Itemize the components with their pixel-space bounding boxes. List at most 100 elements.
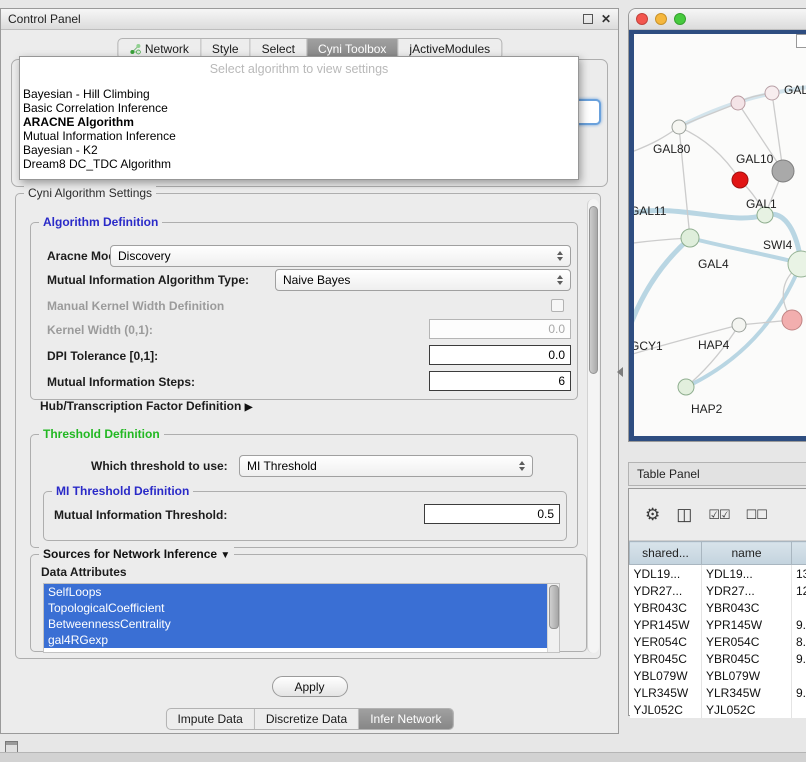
cell[interactable]: YJL052C (702, 701, 792, 718)
cell[interactable]: YDR27... (702, 582, 792, 599)
tab-infer-network[interactable]: Infer Network (359, 709, 452, 729)
cell[interactable]: YBL079W (630, 667, 702, 684)
close-icon[interactable]: ✕ (601, 13, 611, 25)
cell[interactable]: YBR043C (630, 599, 702, 616)
cell[interactable]: YBR045C (702, 650, 792, 667)
tab-discretize-data[interactable]: Discretize Data (255, 709, 359, 729)
deselect-all-columns-icon[interactable]: ☐☐ (746, 508, 767, 521)
node-label: HAP4 (698, 338, 730, 352)
attribute-item-selected[interactable]: SelfLoops (44, 584, 547, 600)
column-header-shared-name[interactable]: shared... (630, 542, 702, 565)
apply-button[interactable]: Apply (272, 676, 348, 697)
cell[interactable]: YJL052C (630, 701, 702, 718)
mi-type-label: Mutual Information Algorithm Type: (47, 273, 249, 287)
settings-scrollbar[interactable] (587, 199, 599, 653)
network-node[interactable] (732, 318, 746, 332)
cell[interactable]: 9. (792, 650, 806, 667)
zoom-traffic-light[interactable] (674, 13, 686, 25)
cell[interactable]: YBL079W (702, 667, 792, 684)
cell[interactable]: YER054C (630, 633, 702, 650)
algorithm-option[interactable]: Basic Correlation Inference (20, 101, 578, 115)
sources-label: Sources for Network Inference (43, 547, 217, 561)
column-header-name[interactable]: name (702, 542, 792, 565)
window-title: Control Panel (8, 12, 81, 26)
algorithm-option[interactable]: Bayesian - K2 (20, 143, 578, 157)
tab-label: Impute Data (177, 712, 242, 726)
network-node[interactable] (765, 86, 779, 100)
network-canvas[interactable]: GAL GAL80 GAL10 GAL11 GAL1 SWI4 GAL4 GCY… (634, 34, 806, 436)
cell[interactable]: 12 (792, 582, 806, 599)
node-label: GAL4 (698, 257, 729, 271)
tab-label: Cyni Toolbox (318, 42, 386, 56)
close-traffic-light[interactable] (636, 13, 648, 25)
network-node[interactable] (681, 229, 699, 247)
attributes-scrollbar-thumb[interactable] (549, 585, 559, 629)
mi-steps-field[interactable] (429, 371, 571, 391)
collapsed-arrow-icon[interactable]: ▶ (245, 402, 253, 413)
attributes-scrollbar[interactable] (547, 584, 559, 652)
table-columns-icon[interactable]: ◫ (676, 506, 692, 523)
dpi-tolerance-field[interactable] (429, 345, 571, 365)
settings-scrollbar-thumb[interactable] (589, 206, 598, 374)
desktop: { "control_panel": { "title": "Control P… (0, 0, 806, 762)
attribute-item-selected[interactable]: gal4RGexp (44, 632, 547, 648)
algorithm-option[interactable]: Bayesian - Hill Climbing (20, 87, 578, 101)
hub-section-toggle[interactable]: Hub/Transcription Factor Definition ▶ (40, 399, 252, 413)
cell[interactable]: YER054C (702, 633, 792, 650)
aracne-mode-select[interactable]: Discovery (110, 245, 571, 267)
tab-label: Select (262, 42, 295, 56)
select-all-columns-icon[interactable]: ☑☑ (708, 508, 729, 521)
table-settings-gear-icon[interactable]: ⚙ (645, 506, 660, 523)
network-node-gray[interactable] (772, 160, 794, 182)
cell[interactable] (792, 667, 806, 684)
attribute-item-selected[interactable]: BetweennessCentrality (44, 616, 547, 632)
network-node[interactable] (672, 120, 686, 134)
cell[interactable]: YBR043C (702, 599, 792, 616)
network-window-titlebar[interactable] (629, 9, 806, 30)
which-threshold-select[interactable]: MI Threshold (239, 455, 533, 477)
table-panel-titlebar[interactable]: Table Panel (628, 462, 806, 486)
algorithm-dropdown-popup: Select algorithm to view settings Bayesi… (19, 56, 579, 180)
stepper-icon (551, 251, 563, 261)
network-tool-box[interactable] (796, 34, 806, 48)
table-row: YBL079WYBL079W (630, 667, 806, 684)
cell[interactable]: YDL19... (630, 565, 702, 583)
tab-label: Style (212, 42, 239, 56)
cell[interactable]: YLR345W (630, 684, 702, 701)
algorithm-option-selected[interactable]: ARACNE Algorithm (20, 115, 578, 129)
cell[interactable]: YDR27... (630, 582, 702, 599)
splitpane-collapse-handle[interactable] (617, 367, 623, 377)
attribute-item-selected[interactable]: TopologicalCoefficient (44, 600, 547, 616)
cell[interactable]: 9. (792, 684, 806, 701)
node-label: GCY1 (634, 339, 663, 353)
cell[interactable] (792, 701, 806, 718)
node-label: HAP2 (691, 402, 723, 416)
cell[interactable]: 13 (792, 565, 806, 583)
network-node[interactable] (731, 96, 745, 110)
network-node[interactable] (678, 379, 694, 395)
table-header-row: shared... name (630, 542, 806, 565)
cell[interactable]: 9. (792, 616, 806, 633)
node-attribute-table: shared... name YDL19...YDL19...13 YDR27.… (629, 541, 806, 718)
sources-group: Sources for Network Inference ▼ Data Att… (30, 554, 587, 652)
expanded-arrow-icon[interactable]: ▼ (220, 550, 230, 561)
mi-threshold-field[interactable] (424, 504, 560, 524)
control-panel-titlebar[interactable]: Control Panel ✕ (1, 9, 618, 30)
minimize-traffic-light[interactable] (655, 13, 667, 25)
cell[interactable] (792, 599, 806, 616)
float-window-icon[interactable] (583, 14, 593, 24)
cell[interactable]: YPR145W (702, 616, 792, 633)
mi-type-select[interactable]: Naive Bayes (275, 269, 571, 291)
cell[interactable]: YBR045C (630, 650, 702, 667)
network-node-pink[interactable] (782, 310, 802, 330)
cell[interactable]: YDL19... (702, 565, 792, 583)
tab-impute-data[interactable]: Impute Data (166, 709, 254, 729)
cell[interactable]: 8. (792, 633, 806, 650)
cell[interactable]: YPR145W (630, 616, 702, 633)
sources-toggle[interactable]: Sources for Network Inference ▼ (39, 547, 234, 561)
algorithm-option[interactable]: Mutual Information Inference (20, 129, 578, 143)
network-node-red[interactable] (732, 172, 748, 188)
cell[interactable]: YLR345W (702, 684, 792, 701)
column-header-extra[interactable] (792, 542, 806, 565)
algorithm-option[interactable]: Dream8 DC_TDC Algorithm (20, 157, 578, 171)
